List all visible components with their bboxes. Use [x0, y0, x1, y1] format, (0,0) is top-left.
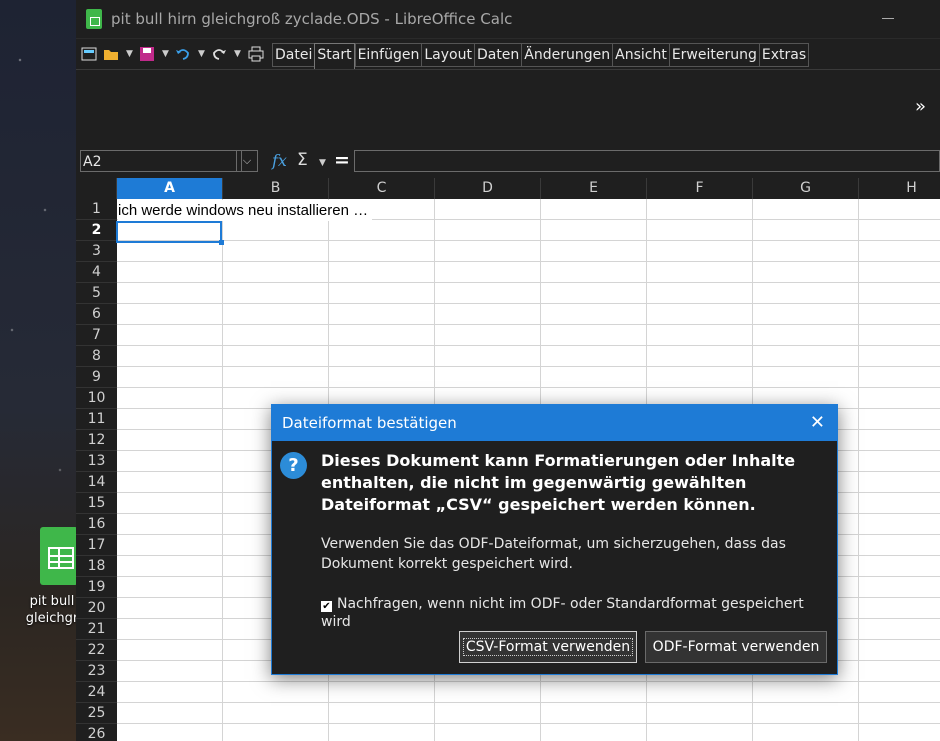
new-document-icon[interactable]	[81, 46, 97, 62]
column-header-e[interactable]: E	[541, 178, 647, 199]
row-header-12[interactable]: 12	[76, 430, 117, 451]
name-box-dropdown-icon[interactable]: ⌵	[236, 150, 258, 172]
dialog-main-text: Dieses Dokument kann Formatierungen oder…	[321, 451, 796, 514]
column-header-h[interactable]: H	[859, 178, 940, 199]
confirm-file-format-dialog: Dateiformat bestätigen ✕ ? Dieses Dokume…	[271, 404, 838, 675]
function-wizard-icon[interactable]: fx	[272, 151, 287, 170]
formula-bar: A2 ⌵ fx Σ ▼ =	[76, 145, 940, 178]
row-header-24[interactable]: 24	[76, 682, 117, 703]
csv-button-label: CSV-Format verwenden	[462, 638, 634, 656]
dialog-secondary-text: Verwenden Sie das ODF-Dateiformat, um si…	[321, 536, 786, 572]
window-title: pit bull hirn gleichgroß zyclade.ODS - L…	[111, 10, 513, 28]
row-header-11[interactable]: 11	[76, 409, 117, 430]
row-header-8[interactable]: 8	[76, 346, 117, 367]
column-header-c[interactable]: C	[329, 178, 435, 199]
active-cell-cursor[interactable]	[116, 221, 224, 245]
menu-einfuegen[interactable]: Einfügen	[354, 43, 422, 67]
row-header-10[interactable]: 10	[76, 388, 117, 409]
menu-layout[interactable]: Layout	[421, 43, 474, 67]
ribbon-more-chevron-icon[interactable]: »	[915, 96, 926, 117]
row-header-15[interactable]: 15	[76, 493, 117, 514]
checkbox-checked-icon[interactable]: ✔	[321, 601, 332, 612]
row-header-21[interactable]: 21	[76, 619, 117, 640]
ribbon-panel: »	[76, 69, 940, 145]
sum-dropdown-icon[interactable]: ▼	[319, 155, 326, 171]
menu-start[interactable]: Start	[314, 43, 355, 69]
row-header-22[interactable]: 22	[76, 640, 117, 661]
row-header-7[interactable]: 7	[76, 325, 117, 346]
sum-icon[interactable]: Σ	[297, 150, 308, 170]
calc-app-icon	[86, 9, 102, 29]
row-header-9[interactable]: 9	[76, 367, 117, 388]
checkbox-label: Nachfragen, wenn nicht im ODF- oder Stan…	[321, 596, 804, 630]
use-csv-format-button[interactable]: CSV-Format verwenden	[459, 631, 637, 663]
row-header-18[interactable]: 18	[76, 556, 117, 577]
column-header-a[interactable]: A	[117, 178, 223, 199]
ask-when-not-odf-checkbox[interactable]: ✔ Nachfragen, wenn nicht im ODF- oder Sta…	[321, 595, 837, 631]
save-icon[interactable]	[139, 46, 155, 62]
row-header-19[interactable]: 19	[76, 577, 117, 598]
open-folder-icon[interactable]	[103, 46, 119, 62]
title-bar[interactable]: pit bull hirn gleichgroß zyclade.ODS - L…	[76, 0, 940, 38]
open-dropdown-icon[interactable]: ▼	[126, 46, 133, 62]
column-header-b[interactable]: B	[223, 178, 329, 199]
row-header-4[interactable]: 4	[76, 262, 117, 283]
menu-daten[interactable]: Daten	[473, 43, 522, 67]
row-header-6[interactable]: 6	[76, 304, 117, 325]
column-header-g[interactable]: G	[753, 178, 859, 199]
dialog-title: Dateiformat bestätigen	[282, 414, 457, 432]
spreadsheet-file-icon	[40, 527, 78, 585]
menu-toolbar: ▼ ▼ ▼ ▼ Datei Start Einfügen Layout Date…	[76, 38, 940, 69]
row-header-17[interactable]: 17	[76, 535, 117, 556]
column-header-f[interactable]: F	[647, 178, 753, 199]
menu-datei[interactable]: Datei	[272, 43, 315, 67]
close-icon[interactable]: ✕	[810, 405, 825, 441]
undo-dropdown-icon[interactable]: ▼	[198, 46, 205, 62]
column-headers: A B C D E F G H	[76, 178, 940, 199]
row-header-2[interactable]: 2	[76, 220, 117, 241]
dialog-title-bar[interactable]: Dateiformat bestätigen ✕	[272, 405, 837, 441]
row-header-16[interactable]: 16	[76, 514, 117, 535]
cell-a1[interactable]: ich werde windows neu installieren …	[118, 200, 373, 221]
formula-input[interactable]	[354, 150, 940, 172]
row-header-13[interactable]: 13	[76, 451, 117, 472]
row-header-5[interactable]: 5	[76, 283, 117, 304]
menu-erweiterung[interactable]: Erweiterung	[668, 43, 759, 67]
menu-extras[interactable]: Extras	[758, 43, 810, 67]
print-icon[interactable]	[248, 46, 264, 62]
menu-aenderungen[interactable]: Änderungen	[521, 43, 613, 67]
row-header-26[interactable]: 26	[76, 724, 117, 741]
row-header-20[interactable]: 20	[76, 598, 117, 619]
column-header-d[interactable]: D	[435, 178, 541, 199]
select-all-corner[interactable]	[76, 178, 117, 199]
use-odf-format-button[interactable]: ODF-Format verwenden	[645, 631, 827, 663]
question-icon: ?	[280, 452, 307, 479]
menu-ansicht[interactable]: Ansicht	[612, 43, 669, 67]
row-header-25[interactable]: 25	[76, 703, 117, 724]
save-dropdown-icon[interactable]: ▼	[162, 46, 169, 62]
row-header-14[interactable]: 14	[76, 472, 117, 493]
minimize-icon[interactable]	[882, 18, 894, 19]
redo-dropdown-icon[interactable]: ▼	[234, 46, 241, 62]
row-header-23[interactable]: 23	[76, 661, 117, 682]
row-header-1[interactable]: 1	[76, 199, 117, 220]
row-header-3[interactable]: 3	[76, 241, 117, 262]
undo-icon[interactable]	[175, 46, 191, 62]
redo-icon[interactable]	[211, 46, 227, 62]
formula-equals-icon[interactable]: =	[334, 149, 350, 171]
menu-bar: Datei Start Einfügen Layout Daten Änderu…	[272, 43, 810, 69]
name-box[interactable]: A2	[80, 150, 242, 172]
